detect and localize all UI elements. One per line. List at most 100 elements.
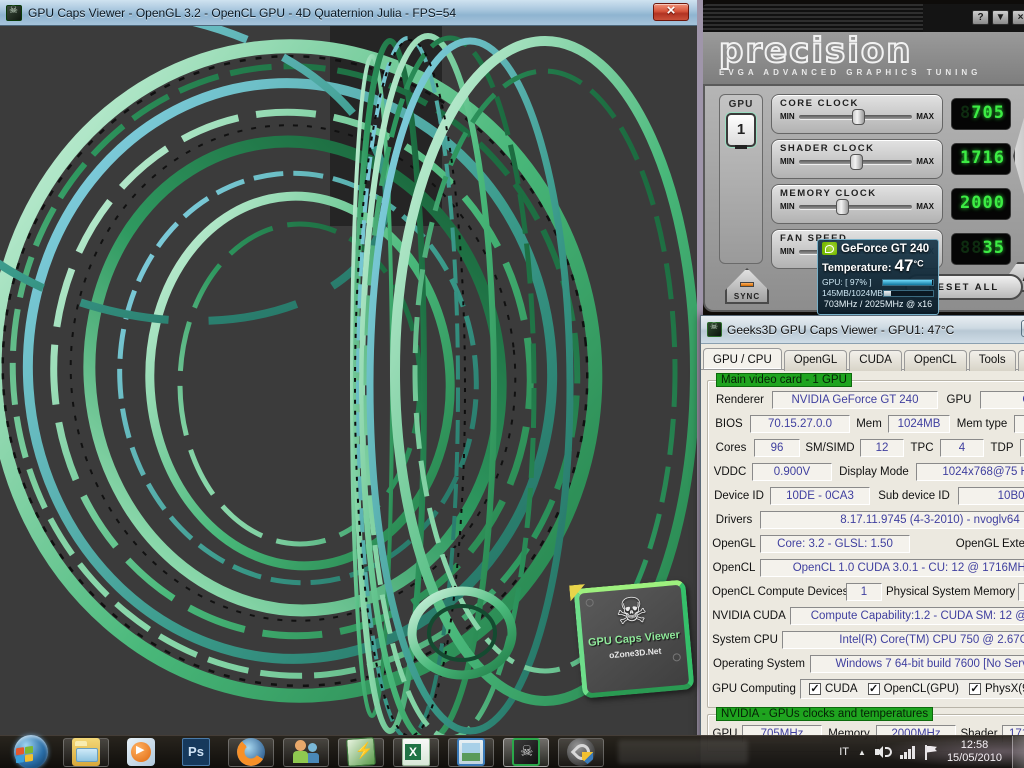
taskbar-icons: Ps bbox=[0, 738, 604, 767]
taskbar-icon-util[interactable] bbox=[558, 738, 604, 767]
gpu-1-button[interactable]: 1 bbox=[726, 113, 756, 147]
tooltip-clocks: 703MHz / 2025MHz @ x16 bbox=[822, 299, 934, 309]
slider-track[interactable] bbox=[799, 205, 913, 209]
tab-opengl[interactable]: OpenGL bbox=[784, 350, 847, 371]
memory-usage-bar bbox=[883, 290, 934, 297]
max-label: MAX bbox=[916, 157, 934, 166]
hidden-icons-arrow[interactable]: ▲ bbox=[858, 748, 866, 757]
checkbox-item[interactable]: ✓ PhysX(9100) bbox=[969, 683, 1024, 695]
ff-icon bbox=[237, 738, 265, 766]
gpu-selector: GPU 1 bbox=[719, 94, 763, 264]
clock[interactable]: 12:58 15/05/2010 bbox=[947, 739, 1008, 765]
field-label: TDP bbox=[988, 442, 1016, 454]
tooltip-temp-unit: °C bbox=[913, 258, 923, 268]
slider-handle[interactable] bbox=[836, 199, 849, 215]
taskbar-icon-caps[interactable] bbox=[503, 738, 549, 767]
close-icon[interactable]: × bbox=[1012, 10, 1024, 25]
table-row: OpenGLCore: 3.2 - GLSL: 1.50OpenGL Exten… bbox=[712, 535, 1024, 553]
slider-handle[interactable] bbox=[850, 154, 863, 170]
taskbar-icon-explorer[interactable] bbox=[63, 738, 109, 767]
tab-opencl[interactable]: OpenCL bbox=[904, 350, 967, 371]
taskbar-icon-start[interactable] bbox=[8, 738, 54, 767]
taskbar-icon-notes[interactable] bbox=[338, 738, 384, 767]
sync-label: SYNC bbox=[727, 292, 767, 301]
min-label: MIN bbox=[780, 157, 795, 166]
volume-icon[interactable] bbox=[875, 745, 891, 759]
led-display-fan-speed: 888835 bbox=[951, 233, 1011, 265]
field-value: 12 bbox=[860, 439, 904, 457]
desktop: GPU Caps Viewer - OpenGL 3.2 - OpenCL GP… bbox=[0, 0, 1024, 768]
taskbar-icon-wmp[interactable] bbox=[118, 738, 164, 767]
help-icon[interactable]: ? bbox=[972, 10, 989, 25]
led-display-core-clock: 8888705 bbox=[951, 98, 1011, 130]
taskbar-icon-img[interactable] bbox=[448, 738, 494, 767]
table-row: Device ID10DE - 0CA3Sub device ID10B0 - … bbox=[712, 487, 1024, 505]
slider-track[interactable] bbox=[799, 160, 913, 164]
field-value: 4 bbox=[940, 439, 984, 457]
field-label: Mem type bbox=[954, 418, 1010, 430]
gpu-caps-badge: ☠ GPU Caps Viewer oZone3D.Net bbox=[573, 579, 694, 698]
sync-button[interactable]: SYNC bbox=[725, 268, 769, 304]
slider-track[interactable] bbox=[799, 115, 913, 119]
table-row: NVIDIA CUDACompute Capability:1.2 - CUDA… bbox=[712, 607, 1024, 625]
field-value: 1024x768@75 Hz-32 bpp bbox=[916, 463, 1024, 481]
explorer-icon bbox=[72, 738, 100, 766]
checkbox-item[interactable]: ✓ CUDA bbox=[809, 683, 858, 695]
led-display-memory-clock: 88882000 bbox=[951, 188, 1011, 220]
chevron-down-icon[interactable]: ▼ bbox=[992, 10, 1009, 25]
checkbox[interactable]: ✓ bbox=[969, 683, 981, 695]
opengl-extensions-button[interactable]: OpenGL Extensions bbox=[914, 538, 1024, 550]
max-label: MAX bbox=[916, 112, 934, 121]
network-icon[interactable] bbox=[900, 746, 915, 759]
max-label: MAX bbox=[916, 202, 934, 211]
checkbox-item[interactable]: ✓ OpenCL(GPU) bbox=[868, 683, 959, 695]
tab-cuda[interactable]: CUDA bbox=[849, 350, 902, 371]
table-row: Cores96SM/SIMD12TPC4TDP bbox=[712, 439, 1024, 457]
taskbar-icon-msn[interactable] bbox=[283, 738, 329, 767]
action-center-flag-icon[interactable] bbox=[924, 745, 938, 760]
precision-brand: precision bbox=[719, 36, 1024, 66]
slider-handle[interactable] bbox=[852, 109, 865, 125]
tab-about[interactable]: About bbox=[1018, 350, 1024, 371]
slider-panel-memory-clock: MEMORY CLOCK MINMAX bbox=[771, 184, 943, 224]
checkbox-label: CUDA bbox=[825, 683, 858, 695]
slider-row: MINMAX bbox=[780, 202, 934, 211]
show-desktop-button[interactable] bbox=[1012, 736, 1024, 768]
tooltip-gpu-name: GeForce GT 240 bbox=[841, 243, 929, 255]
precision-titlebar[interactable]: ? ▼ × bbox=[703, 4, 1024, 32]
field-label: OpenGL bbox=[712, 538, 756, 550]
table-row: GPU Computing✓CUDA✓OpenCL(GPU)✓PhysX(910… bbox=[712, 679, 1024, 699]
field-value: OpenCL 1.0 CUDA 3.0.1 - CU: 12 @ 1716MHz… bbox=[760, 559, 1024, 577]
taskbar: Ps IT ▲ 12:58 15/05/2010 bbox=[0, 735, 1024, 768]
field-label: Cores bbox=[712, 442, 750, 454]
caps-titlebar[interactable]: Geeks3D GPU Caps Viewer - GPU1: 47°C bbox=[701, 316, 1024, 344]
taskbar-blurred-item bbox=[618, 740, 748, 764]
checkbox-label: PhysX(9100) bbox=[985, 683, 1024, 695]
checkbox[interactable]: ✓ bbox=[809, 683, 821, 695]
system-tray: IT ▲ 12:58 15/05/2010 bbox=[839, 739, 1012, 765]
demo-titlebar[interactable]: GPU Caps Viewer - OpenGL 3.2 - OpenCL GP… bbox=[0, 0, 697, 26]
group-title: NVIDIA - GPUs clocks and temperatures bbox=[716, 707, 933, 721]
field-value: 10B0 - 0801 bbox=[958, 487, 1024, 505]
checkbox[interactable]: ✓ bbox=[868, 683, 880, 695]
field-label: VDDC bbox=[712, 466, 748, 478]
slider-label: MEMORY CLOCK bbox=[780, 188, 934, 199]
taskbar-icon-ps[interactable]: Ps bbox=[173, 738, 219, 767]
slider-panel-core-clock: CORE CLOCKMINMAX bbox=[771, 94, 943, 134]
taskbar-icon-ff[interactable] bbox=[228, 738, 274, 767]
tab-gpu-cpu[interactable]: GPU / CPU bbox=[703, 348, 782, 369]
gpu-cpu-tab-panel: Main video card - 1 GPURendererNVIDIA Ge… bbox=[701, 370, 1024, 756]
checkbox-label: OpenCL(GPU) bbox=[884, 683, 959, 695]
field-value bbox=[1020, 439, 1024, 457]
close-icon[interactable] bbox=[653, 3, 689, 21]
field-label: SM/SIMD bbox=[804, 442, 856, 454]
tab-tools[interactable]: Tools bbox=[969, 350, 1016, 371]
field-value: GT215 bbox=[980, 391, 1024, 409]
tooltip-gpu-usage: GPU: [ 97% ] bbox=[822, 277, 872, 287]
taskbar-icon-xl[interactable] bbox=[393, 738, 439, 767]
language-indicator[interactable]: IT bbox=[839, 746, 849, 758]
gpu-usage-bar bbox=[882, 279, 934, 286]
util-icon bbox=[567, 738, 595, 766]
msn-icon bbox=[292, 738, 320, 766]
field-value: 10DE - 0CA3 bbox=[770, 487, 870, 505]
